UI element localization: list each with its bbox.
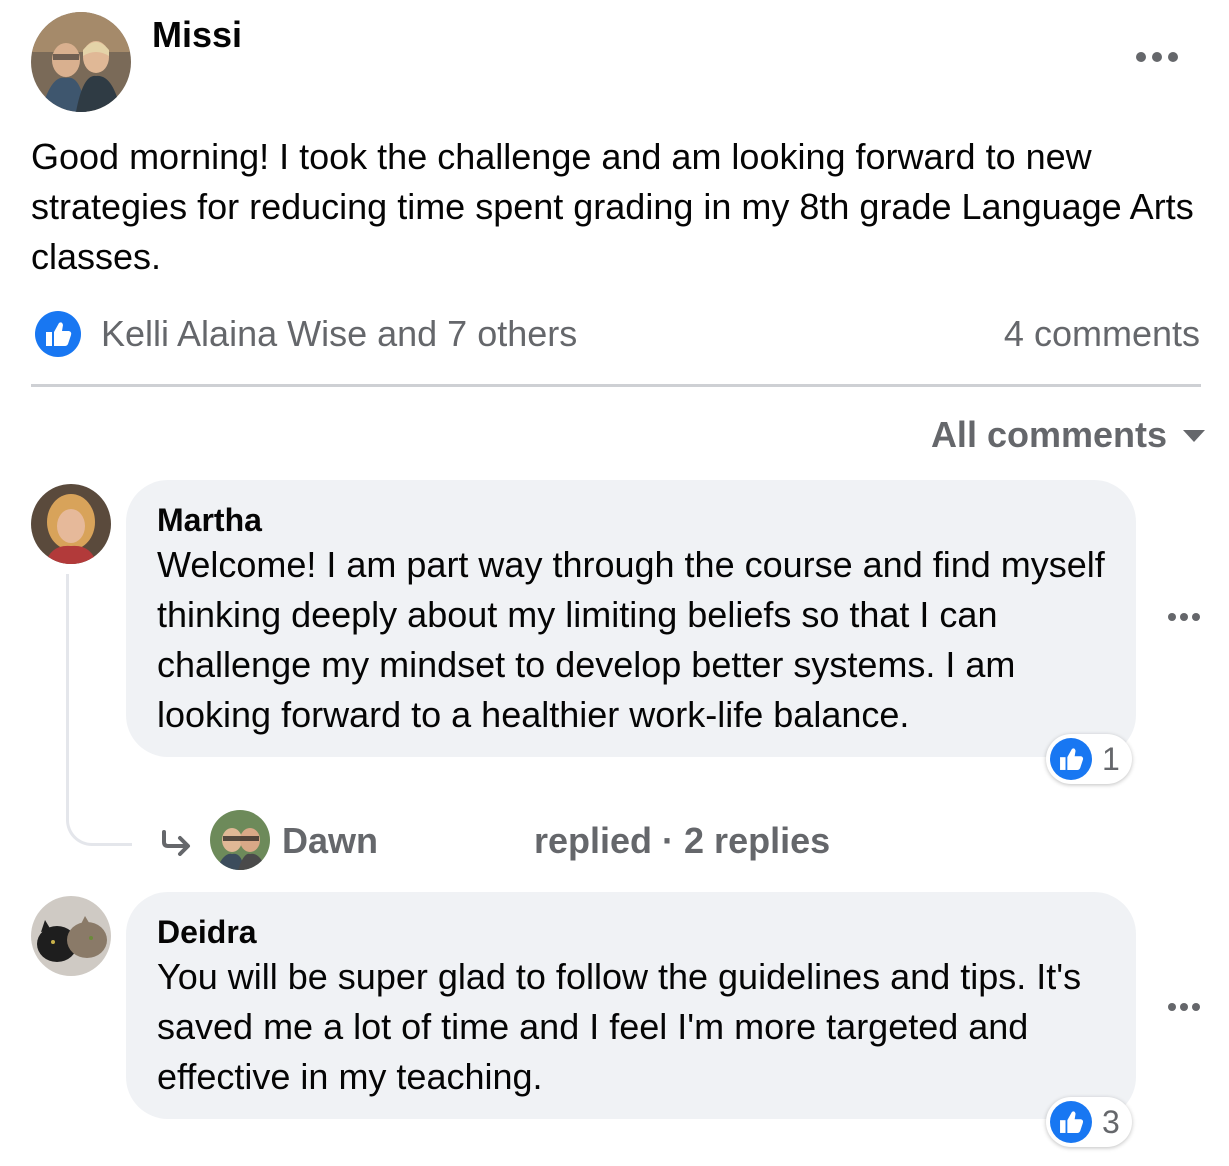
post-author-name[interactable]: Missi — [152, 14, 242, 56]
post-more-options-button[interactable] — [1130, 40, 1184, 74]
comment-reaction-count[interactable]: 3 — [1046, 1097, 1132, 1147]
like-count: 3 — [1102, 1103, 1120, 1140]
reply-author-name: Dawn — [282, 820, 379, 861]
post-text: Good morning! I took the challenge and a… — [31, 136, 1194, 277]
comments-count-link[interactable]: 4 comments — [1004, 311, 1200, 357]
more-horizontal-icon — [1136, 52, 1178, 62]
like-thumb-icon — [1050, 1101, 1092, 1143]
reply-thread-line — [66, 574, 132, 846]
reply-arrow-icon — [162, 830, 190, 856]
comment-author-avatar[interactable] — [31, 484, 111, 564]
caret-down-icon — [1183, 430, 1205, 442]
comment-more-options-button[interactable] — [1164, 994, 1204, 1020]
comment-bubble: Deidra You will be super glad to follow … — [126, 892, 1136, 1119]
reply-author-avatar — [210, 810, 270, 870]
more-horizontal-icon — [1168, 613, 1200, 621]
like-thumb-icon — [1050, 738, 1092, 780]
comment-text: Welcome! I am part way through the cours… — [157, 544, 1105, 735]
like-thumb-icon — [35, 311, 81, 357]
more-horizontal-icon — [1168, 1003, 1200, 1011]
replies-count: replied · 2 replies — [534, 820, 831, 861]
comment-author-name[interactable]: Deidra — [157, 912, 1106, 952]
comment-bubble: Martha Welcome! I am part way through th… — [126, 480, 1136, 757]
comment-author-name[interactable]: Martha — [157, 500, 1106, 540]
comments-sort-dropdown[interactable]: All comments — [931, 412, 1207, 458]
comment-reaction-count[interactable]: 1 — [1046, 734, 1132, 784]
reactions-summary[interactable]: Kelli Alaina Wise and 7 others — [101, 311, 577, 357]
like-count: 1 — [1102, 740, 1120, 777]
comment-more-options-button[interactable] — [1164, 604, 1204, 630]
comments-sort-label: All comments — [930, 414, 1167, 455]
divider — [31, 384, 1201, 387]
view-replies-link[interactable]: Dawn replied · 2 replies — [160, 808, 860, 872]
post-author-avatar[interactable] — [31, 12, 131, 112]
comment-text: You will be super glad to follow the gui… — [157, 956, 1082, 1097]
comment-author-avatar[interactable] — [31, 896, 111, 976]
